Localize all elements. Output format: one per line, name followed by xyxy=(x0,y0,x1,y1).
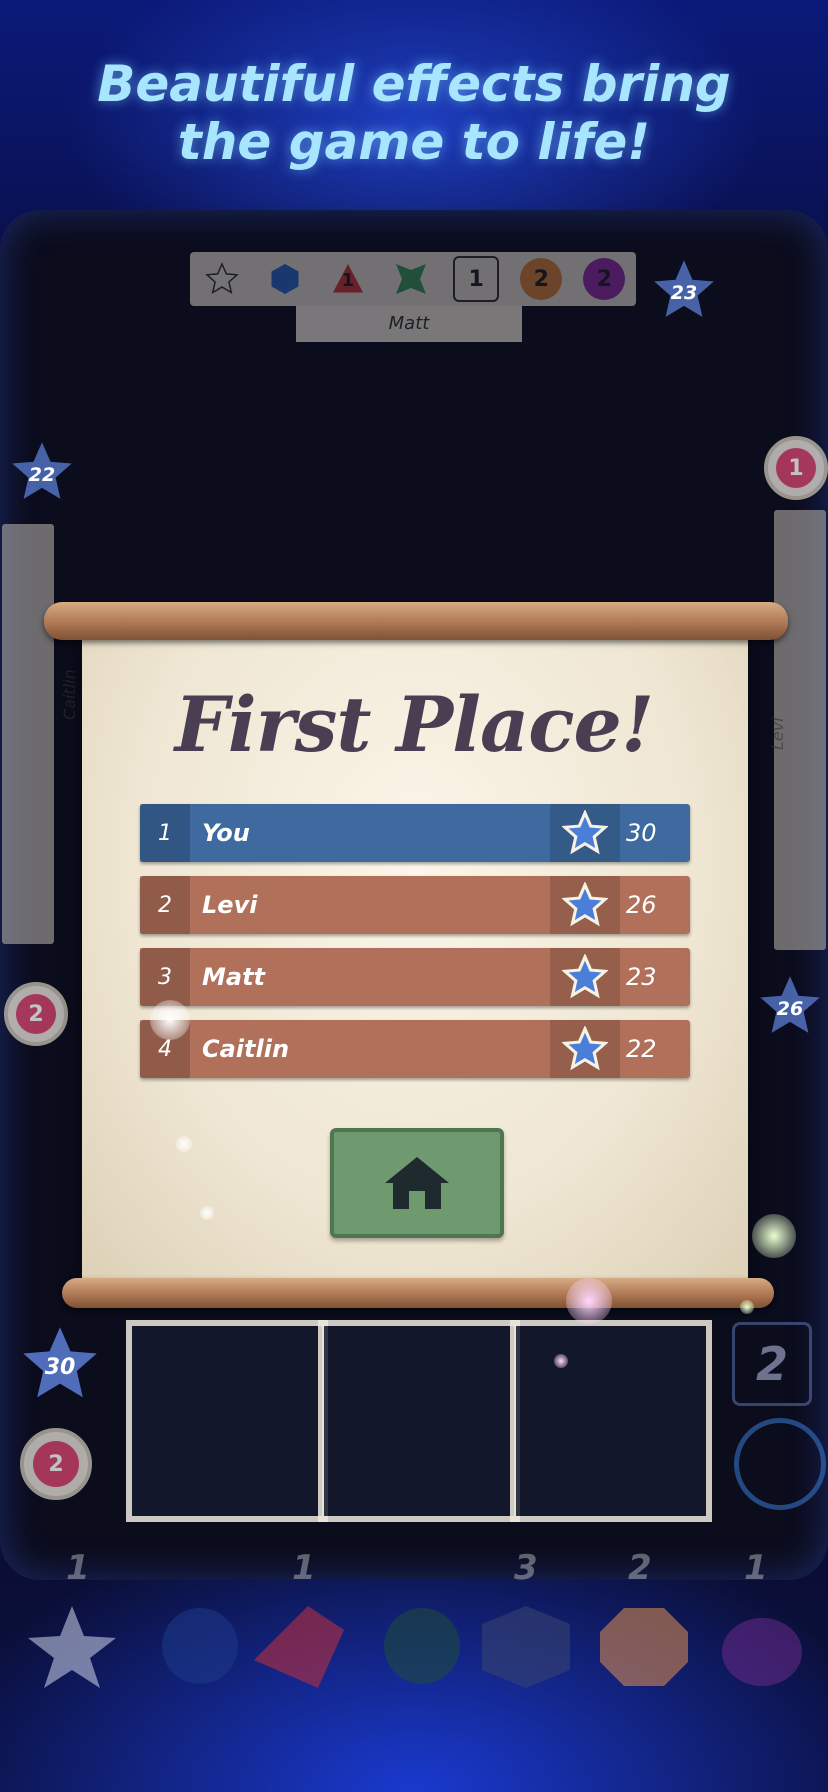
sparkle-effect xyxy=(740,1300,754,1314)
promo-headline-line1: Beautiful effects bring xyxy=(97,55,731,113)
right-opponent-score-star-icon: 26 xyxy=(756,972,824,1040)
promo-headline: Beautiful effects bring the game to life… xyxy=(0,55,828,171)
first-player-token-icon[interactable] xyxy=(734,1418,826,1510)
results-row-name: You xyxy=(202,819,250,847)
sparkle-effect xyxy=(554,1354,568,1368)
bottom-left-coin: 2 xyxy=(20,1428,92,1500)
sparkle-effect xyxy=(200,1206,214,1220)
top-opponent-score-star-icon: 23 xyxy=(650,256,718,324)
results-title: First Place! xyxy=(174,680,654,769)
top-right-coin-value: 1 xyxy=(776,448,816,488)
top-right-coin: 1 xyxy=(764,436,828,500)
results-row-name: Caitlin xyxy=(202,1035,290,1063)
results-row-rank: 3 xyxy=(140,948,190,1006)
results-row-points: 30 xyxy=(626,819,657,847)
factory-tray-3[interactable] xyxy=(510,1320,712,1522)
circle-piece-icon[interactable] xyxy=(712,1600,812,1692)
results-row-points: 22 xyxy=(626,1035,657,1063)
factory-tray-2[interactable] xyxy=(318,1320,520,1522)
results-row-4: 4 Caitlin 22 xyxy=(140,1020,690,1078)
diamond-piece-icon[interactable] xyxy=(372,1600,472,1692)
results-row-rank: 2 xyxy=(140,876,190,934)
top-opponent-score: 23 xyxy=(670,282,698,304)
results-row-2: 2 Levi 26 xyxy=(140,876,690,934)
triangle-tile: 1 xyxy=(327,258,369,300)
circle-tile: 2 xyxy=(583,258,626,300)
right-tile-counter-value: 2 xyxy=(755,1337,788,1391)
star-icon xyxy=(550,948,620,1006)
player-score-star-icon: 30 xyxy=(18,1322,102,1406)
square-piece-icon[interactable] xyxy=(476,1600,576,1692)
sparkle-effect xyxy=(176,1136,192,1152)
scroll-bottom-rod xyxy=(62,1278,774,1308)
right-opponent-score: 26 xyxy=(776,998,804,1020)
star-icon xyxy=(550,1020,620,1078)
home-icon xyxy=(385,1157,449,1209)
piece-count-4: 2 xyxy=(628,1548,652,1588)
octagon-tile-count: 2 xyxy=(533,266,549,292)
octagon-tile: 2 xyxy=(520,258,563,300)
promo-headline-line2: the game to life! xyxy=(177,113,651,171)
results-row-name: Matt xyxy=(202,963,266,991)
triangle-piece-icon[interactable] xyxy=(248,1600,348,1692)
star-icon xyxy=(550,804,620,862)
star-piece-icon[interactable] xyxy=(22,1600,122,1692)
hexagon-tile-icon xyxy=(264,258,306,300)
sparkle-effect xyxy=(752,1214,796,1258)
square-tile-count: 1 xyxy=(468,266,484,292)
triangle-tile-count: 1 xyxy=(341,270,355,291)
circle-tile-count: 2 xyxy=(596,266,613,292)
left-coin-value: 2 xyxy=(16,994,56,1034)
results-row-points: 26 xyxy=(626,891,657,919)
scroll-top-rod xyxy=(44,602,788,640)
top-opponent-name: Matt xyxy=(296,306,522,342)
left-opponent-score-star-icon: 22 xyxy=(8,438,76,506)
player-score: 30 xyxy=(44,1354,76,1380)
square-tile: 1 xyxy=(453,256,500,302)
hexagon-piece-icon[interactable] xyxy=(150,1600,250,1692)
sparkle-effect xyxy=(566,1278,612,1324)
results-row-rank: 1 xyxy=(140,804,190,862)
factory-tray-1[interactable] xyxy=(126,1320,328,1522)
left-coin: 2 xyxy=(4,982,68,1046)
piece-count-5: 1 xyxy=(744,1548,768,1588)
diamond-tile-icon xyxy=(390,258,432,300)
results-row-1: 1 You 30 xyxy=(140,804,690,862)
octagon-piece-icon[interactable] xyxy=(594,1600,694,1692)
bottom-left-coin-value: 2 xyxy=(33,1441,79,1487)
top-opponent-tiles: 1 1 2 2 xyxy=(190,252,636,306)
left-opponent-score: 22 xyxy=(28,464,56,486)
star-icon xyxy=(550,876,620,934)
piece-count-2: 1 xyxy=(292,1548,316,1588)
results-row-points: 23 xyxy=(626,963,657,991)
right-tile-counter: 2 xyxy=(732,1322,812,1406)
sparkle-effect xyxy=(150,1000,190,1040)
piece-count-1: 1 xyxy=(66,1548,90,1588)
results-row-name: Levi xyxy=(202,891,258,919)
star-tile-icon xyxy=(201,258,243,300)
results-row-3: 3 Matt 23 xyxy=(140,948,690,1006)
home-button[interactable] xyxy=(330,1128,504,1238)
piece-count-3: 3 xyxy=(514,1548,538,1588)
